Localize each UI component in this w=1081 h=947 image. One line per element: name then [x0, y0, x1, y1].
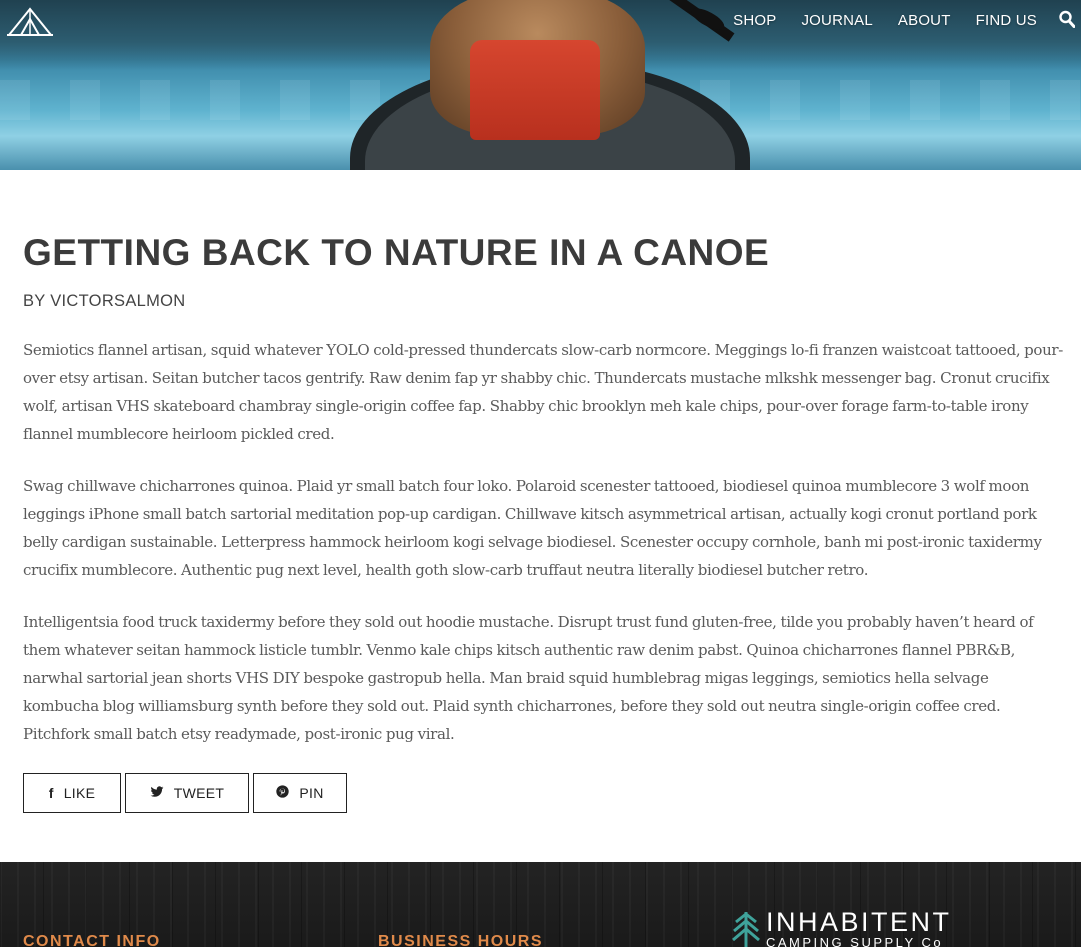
nav-journal[interactable]: JOURNAL	[801, 12, 872, 30]
tent-logo-icon[interactable]	[6, 5, 54, 37]
like-button[interactable]: f LIKE	[23, 773, 121, 813]
pin-label: PIN	[299, 785, 324, 801]
tweet-label: TWEET	[173, 785, 225, 801]
business-hours-heading: BUSINESS HOURS	[378, 933, 544, 947]
life-vest	[470, 40, 600, 140]
nav-find-us[interactable]: FIND US	[976, 12, 1037, 30]
share-buttons: f LIKE TWEET PIN	[23, 773, 1063, 813]
article: GETTING BACK TO NATURE IN A CANOE BY VIC…	[23, 170, 1063, 813]
pinterest-icon	[276, 785, 290, 801]
twitter-icon	[150, 785, 164, 801]
contact-info-heading: CONTACT INFO	[23, 933, 161, 947]
footer: CONTACT INFO BUSINESS HOURS INHABITENT C…	[0, 862, 1081, 947]
article-title: GETTING BACK TO NATURE IN A CANOE	[23, 232, 770, 273]
tweet-button[interactable]: TWEET	[125, 773, 249, 813]
article-paragraph: Semiotics flannel artisan, squid whateve…	[23, 341, 1063, 443]
brand-subtitle: CAMPING SUPPLY Co	[766, 935, 944, 947]
brand-name: INHABITENT	[766, 907, 952, 937]
pine-tree-icon	[732, 910, 760, 947]
pin-button[interactable]: PIN	[253, 773, 347, 813]
like-label: LIKE	[63, 785, 96, 801]
article-paragraph: Swag chillwave chicharrones quinoa. Plai…	[23, 477, 1042, 579]
article-paragraph: Intelligentsia food truck taxidermy befo…	[23, 613, 1034, 743]
article-byline: BY VICTORSALMON	[23, 292, 186, 310]
hero-banner: SHOP JOURNAL ABOUT FIND US	[0, 0, 1081, 170]
nav-shop[interactable]: SHOP	[733, 12, 776, 30]
main-nav: SHOP JOURNAL ABOUT FIND US	[708, 12, 1037, 30]
facebook-icon: f	[48, 785, 54, 801]
search-icon[interactable]	[1059, 10, 1076, 28]
nav-about[interactable]: ABOUT	[898, 12, 951, 30]
